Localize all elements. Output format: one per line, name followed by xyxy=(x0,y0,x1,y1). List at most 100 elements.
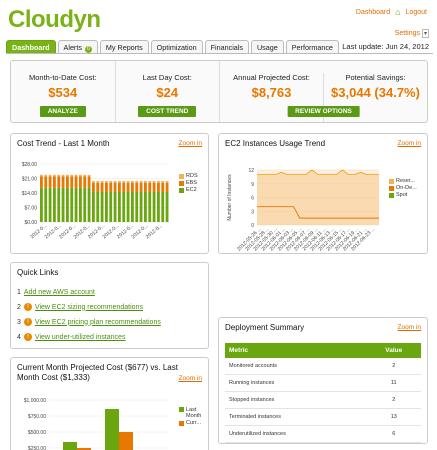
kpi-label: Last Day Cost: xyxy=(142,73,192,82)
bar-ec2 xyxy=(126,191,130,222)
ec2-pricing-link[interactable]: View EC2 pricing plan recommendations xyxy=(35,319,161,326)
deployment-table-wrap: Metric Value Monitored accounts 2 Running… xyxy=(225,343,421,443)
bar-rds xyxy=(144,180,147,183)
bar-ec2 xyxy=(79,187,82,222)
bar-ebs xyxy=(53,176,56,188)
quick-link-item[interactable]: 4! View under-utilized instances xyxy=(17,333,161,341)
bar-rds xyxy=(79,174,82,177)
settings-menu[interactable]: Settings ▾ xyxy=(395,29,429,38)
y-tick-label: $28.00 xyxy=(22,162,38,168)
tab-optimization[interactable]: Optimization xyxy=(150,40,203,53)
bar-current xyxy=(119,432,133,450)
y-tick-label: 9 xyxy=(251,182,254,188)
bar-ebs xyxy=(79,176,82,188)
tab-financials[interactable]: Financials xyxy=(204,40,249,53)
y-tick-label: $14.00 xyxy=(22,191,38,197)
zoom-in-link[interactable]: Zoom in xyxy=(398,324,421,331)
y-tick-label: $7.00 xyxy=(24,206,37,212)
tab-alerts[interactable]: Alerts 0 xyxy=(57,40,98,53)
bar-ebs xyxy=(44,176,48,188)
bar-ec2 xyxy=(83,187,87,222)
analyze-button[interactable]: ANALYZE xyxy=(39,106,86,117)
bar-ec2 xyxy=(66,187,69,222)
bar-ebs xyxy=(157,182,160,192)
legend-swatch xyxy=(389,192,394,198)
bar-ebs xyxy=(83,176,87,188)
table-header-row: Metric Value xyxy=(225,343,421,358)
bar-ec2 xyxy=(113,191,117,222)
bar-ebs xyxy=(148,182,152,192)
bar-rds xyxy=(122,180,126,183)
deployment-table: Metric Value Monitored accounts 2 Running… xyxy=(225,343,421,443)
tab-dashboard[interactable]: Dashboard xyxy=(6,40,56,53)
bar-ec2 xyxy=(118,191,121,222)
column-header-value[interactable]: Value xyxy=(366,343,421,358)
table-row: Terminated instances 13 xyxy=(225,408,421,426)
cost-trend-panel: Cost Trend - Last 1 Month Zoom in $0.00 $… xyxy=(10,133,209,254)
bar-ebs xyxy=(152,182,156,192)
review-options-button[interactable]: REVIEW OPTIONS xyxy=(287,106,360,117)
kpi-value: $8,763 xyxy=(251,85,292,100)
kpi-value: $3,044 (34.7%) xyxy=(331,85,420,100)
bar-rds xyxy=(92,180,95,183)
y-tick-label: $250.00 xyxy=(28,446,46,450)
table-row: Underutilized instances 6 xyxy=(225,425,421,443)
legend-item-ebs: EBS xyxy=(179,180,198,186)
panel-title: Quick Links xyxy=(17,268,59,277)
bar-ec2 xyxy=(44,187,48,222)
tab-usage[interactable]: Usage xyxy=(250,40,284,53)
alert-icon: ! xyxy=(23,318,32,326)
bar-ebs xyxy=(40,176,43,188)
zoom-in-link[interactable]: Zoom in xyxy=(179,375,202,382)
bar-rds xyxy=(126,180,130,183)
legend-item-reserved: Reser... xyxy=(389,178,417,184)
y-tick-label: 12 xyxy=(248,168,254,174)
y-tick-label: $21.00 xyxy=(22,177,38,183)
chevron-down-icon: ▾ xyxy=(421,29,429,38)
add-aws-account-link[interactable]: Add new AWS account xyxy=(24,289,95,296)
alert-icon: ! xyxy=(23,303,32,311)
metric-cell: Underutilized instances xyxy=(225,425,367,443)
bar-ebs xyxy=(74,176,78,188)
bar-rds xyxy=(100,180,104,183)
quick-link-item[interactable]: 2! View EC2 sizing recommendations xyxy=(17,303,161,311)
zoom-in-link[interactable]: Zoom in xyxy=(398,140,421,147)
table-row: Monitored accounts 2 xyxy=(225,358,421,375)
underutilized-link[interactable]: View under-utilized instances xyxy=(35,334,126,341)
quick-link-item[interactable]: 1 Add new AWS account xyxy=(17,289,161,296)
kpi-value: $24 xyxy=(156,85,179,100)
logout-link[interactable]: Logout xyxy=(406,9,427,16)
bar-ec2 xyxy=(40,187,43,222)
bar-ec2 xyxy=(48,187,52,222)
tab-my-reports[interactable]: My Reports xyxy=(99,40,149,53)
bar-rds xyxy=(83,174,87,177)
item-number: 3 xyxy=(17,318,21,326)
bar-ebs xyxy=(139,182,143,192)
ec2-sizing-link[interactable]: View EC2 sizing recommendations xyxy=(35,304,143,311)
bar-ec2 xyxy=(87,187,91,222)
bar-ec2 xyxy=(57,187,61,222)
dashboard-link[interactable]: Dashboard xyxy=(356,9,390,16)
quick-links-panel: Quick Links 1 Add new AWS account 2! View … xyxy=(10,262,209,349)
tab-performance[interactable]: Performance xyxy=(285,40,339,53)
legend-item-rds: RDS xyxy=(179,173,198,179)
quick-link-item[interactable]: 3! View EC2 pricing plan recommendations xyxy=(17,318,161,326)
cloudyn-logo[interactable]: Cloudyn xyxy=(8,6,101,34)
bar-ebs xyxy=(161,182,165,192)
bar-rds xyxy=(105,180,108,183)
column-header-metric[interactable]: Metric xyxy=(225,343,367,358)
bar-rds xyxy=(118,180,121,183)
bar-rds xyxy=(57,174,61,177)
legend-swatch xyxy=(179,173,184,179)
zoom-in-link[interactable]: Zoom in xyxy=(179,140,202,147)
kpi-month-to-date: Month-to-Date Cost: $534 ANALYZE xyxy=(11,61,116,122)
bar-rds xyxy=(40,174,43,177)
home-icon[interactable]: ⌂ xyxy=(395,7,400,17)
bar-ec2 xyxy=(135,191,139,222)
bar-ebs xyxy=(87,176,91,188)
bar-ec2 xyxy=(161,191,165,222)
bar-ec2 xyxy=(74,187,78,222)
bar-rds xyxy=(161,180,165,183)
cost-trend-button[interactable]: COST TREND xyxy=(138,106,197,117)
y-tick-label: $500.00 xyxy=(28,430,46,436)
